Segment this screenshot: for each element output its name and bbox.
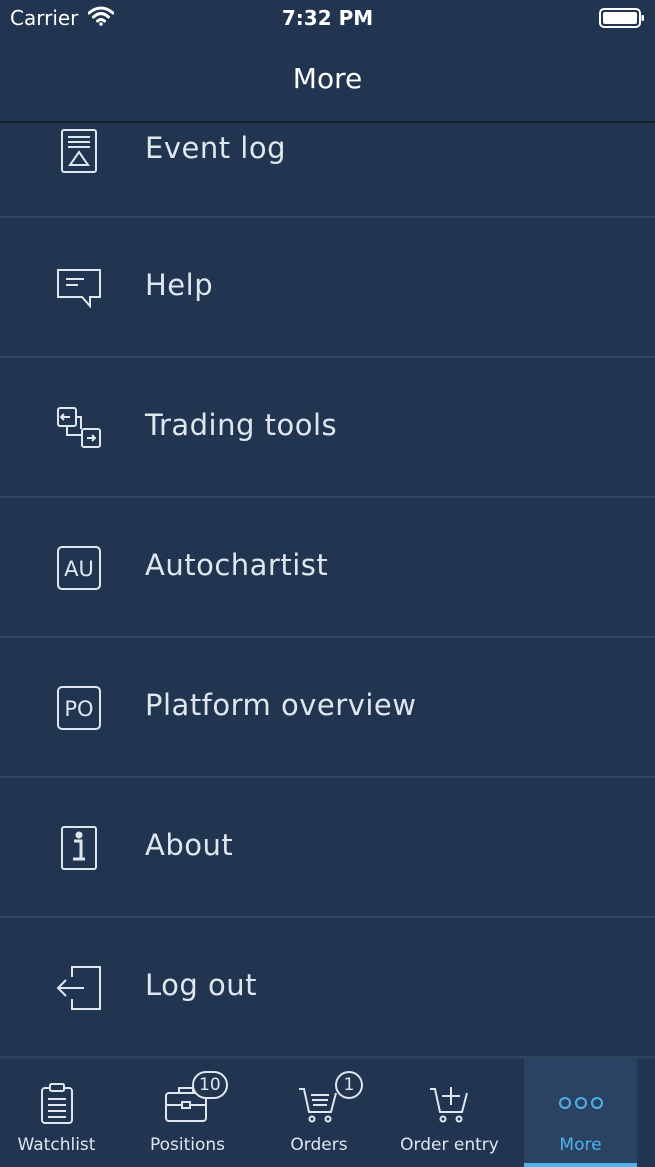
menu-item-event-log[interactable]: Event log <box>0 123 655 218</box>
svg-text:PO: PO <box>64 697 93 721</box>
menu-item-log-out[interactable]: Log out <box>0 918 655 1058</box>
svg-text:AU: AU <box>64 557 94 581</box>
help-chat-icon <box>54 263 104 313</box>
more-dots-icon <box>558 1095 604 1114</box>
menu-item-platform-overview[interactable]: PO Platform overview <box>0 638 655 778</box>
cart-plus-icon <box>428 1081 472 1129</box>
menu-item-autochartist[interactable]: AU Autochartist <box>0 498 655 638</box>
clipboard-icon <box>37 1081 77 1129</box>
positions-badge: 10 <box>192 1071 228 1099</box>
event-log-icon <box>54 126 104 176</box>
tab-bar: Watchlist 10 Positions 1 Orders Order en… <box>0 1057 655 1167</box>
navigation-bar: More <box>0 36 655 123</box>
menu-item-trading-tools[interactable]: Trading tools <box>0 358 655 498</box>
tab-label: Watchlist <box>17 1135 96 1155</box>
info-icon <box>54 823 104 873</box>
menu-item-label: Platform overview <box>145 688 417 722</box>
menu-item-help[interactable]: Help <box>0 218 655 358</box>
battery-icon <box>599 8 645 33</box>
tab-label: Orders <box>290 1135 348 1155</box>
trading-tools-icon <box>54 403 104 453</box>
tab-label: More <box>559 1135 602 1155</box>
menu-item-label: About <box>145 828 234 862</box>
tab-more[interactable]: More <box>524 1059 637 1167</box>
tab-label: Positions <box>149 1135 226 1155</box>
page-title: More <box>292 62 363 95</box>
tab-orders[interactable]: 1 Orders <box>262 1059 376 1167</box>
autochartist-icon: AU <box>54 543 104 593</box>
tab-order-entry[interactable]: Order entry <box>392 1059 507 1167</box>
orders-badge: 1 <box>335 1071 363 1099</box>
clock: 7:32 PM <box>281 6 374 30</box>
menu-item-label: Autochartist <box>145 548 329 582</box>
menu-item-label: Event log <box>145 131 287 165</box>
tab-positions[interactable]: 10 Positions <box>121 1059 254 1167</box>
menu-item-label: Log out <box>145 968 258 1002</box>
menu-item-label: Help <box>145 268 214 302</box>
tab-watchlist[interactable]: Watchlist <box>0 1059 113 1167</box>
menu-item-label: Trading tools <box>145 408 338 442</box>
status-bar: Carrier 7:32 PM <box>0 0 655 36</box>
tab-label: Order entry <box>400 1135 499 1155</box>
active-tab-indicator <box>524 1163 637 1167</box>
more-menu: Event log Help Trading tools AU Autochar… <box>0 123 655 1058</box>
platform-overview-icon: PO <box>54 683 104 733</box>
menu-item-about[interactable]: About <box>0 778 655 918</box>
logout-icon <box>54 963 104 1013</box>
